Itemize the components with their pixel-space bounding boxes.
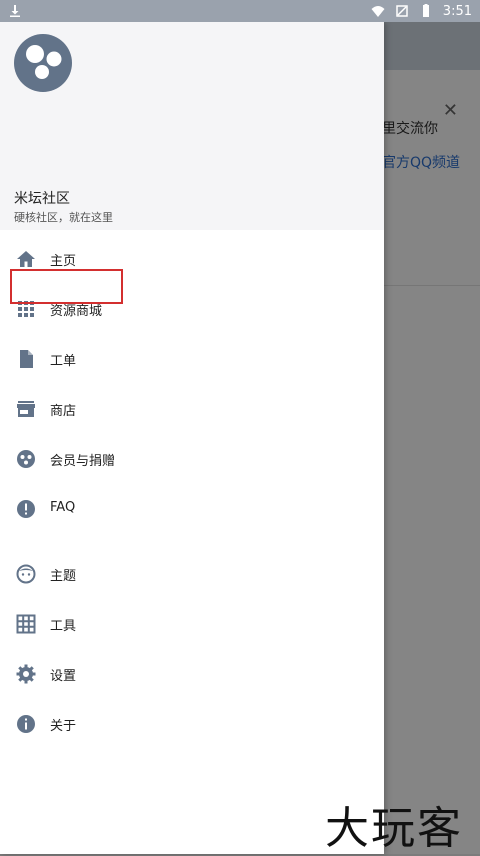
gear-icon: [16, 664, 36, 684]
drawer-header: 米坛社区 硬核社区，就在这里: [0, 22, 384, 230]
menu-label: 设置: [50, 669, 77, 684]
home-icon: [17, 251, 35, 267]
menu-label: 主题: [50, 569, 77, 584]
info-exclamation-icon: [17, 500, 35, 518]
menu-label: FAQ: [50, 500, 76, 515]
menu-label: 资源商城: [50, 304, 103, 319]
community-title: 米坛社区: [14, 191, 70, 207]
download-icon: [10, 5, 20, 17]
apps-grid-icon: [18, 301, 34, 317]
menu-item-store[interactable]: 商店: [0, 384, 384, 434]
drawer-menu: 主页 资源商城 工单 商店 会员与捐赠 FAQ 主题 工具 设置 关于: [0, 234, 384, 749]
navigation-drawer: 米坛社区 硬核社区，就在这里 主页 资源商城 工单 商店 会员与捐赠 FAQ 主…: [0, 22, 384, 854]
menu-item-membership-donation[interactable]: 会员与捐赠: [0, 434, 384, 484]
menu-label: 主页: [50, 254, 77, 269]
menu-label: 会员与捐赠: [50, 454, 116, 469]
store-icon: [17, 401, 35, 417]
menu-item-home[interactable]: 主页: [0, 234, 384, 284]
wifi-icon: [371, 6, 385, 17]
tools-grid-icon: [16, 614, 36, 634]
document-icon: [20, 350, 33, 368]
menu-label: 商店: [50, 404, 77, 419]
menu-label: 工单: [50, 354, 77, 369]
face-icon: [16, 564, 36, 584]
menu-item-faq[interactable]: FAQ: [0, 484, 384, 534]
menu-item-about[interactable]: 关于: [0, 699, 384, 749]
menu-item-tools[interactable]: 工具: [0, 599, 384, 649]
menu-label: 工具: [50, 619, 77, 634]
community-subtitle: 硬核社区，就在这里: [14, 211, 113, 224]
menu-item-settings[interactable]: 设置: [0, 649, 384, 699]
info-icon: [17, 715, 35, 733]
menu-item-resource-mall[interactable]: 资源商城: [0, 284, 384, 334]
community-icon: [17, 450, 35, 468]
menu-item-theme[interactable]: 主题: [0, 549, 384, 599]
clock: 3:51: [442, 3, 472, 19]
menu-item-tickets[interactable]: 工单: [0, 334, 384, 384]
battery-icon: [422, 4, 429, 17]
menu-label: 关于: [50, 719, 77, 734]
logo[interactable]: [14, 34, 72, 92]
signal-icon: [396, 5, 408, 17]
status-bar: 3:51: [0, 0, 480, 22]
watermark: 大玩客: [325, 803, 463, 854]
